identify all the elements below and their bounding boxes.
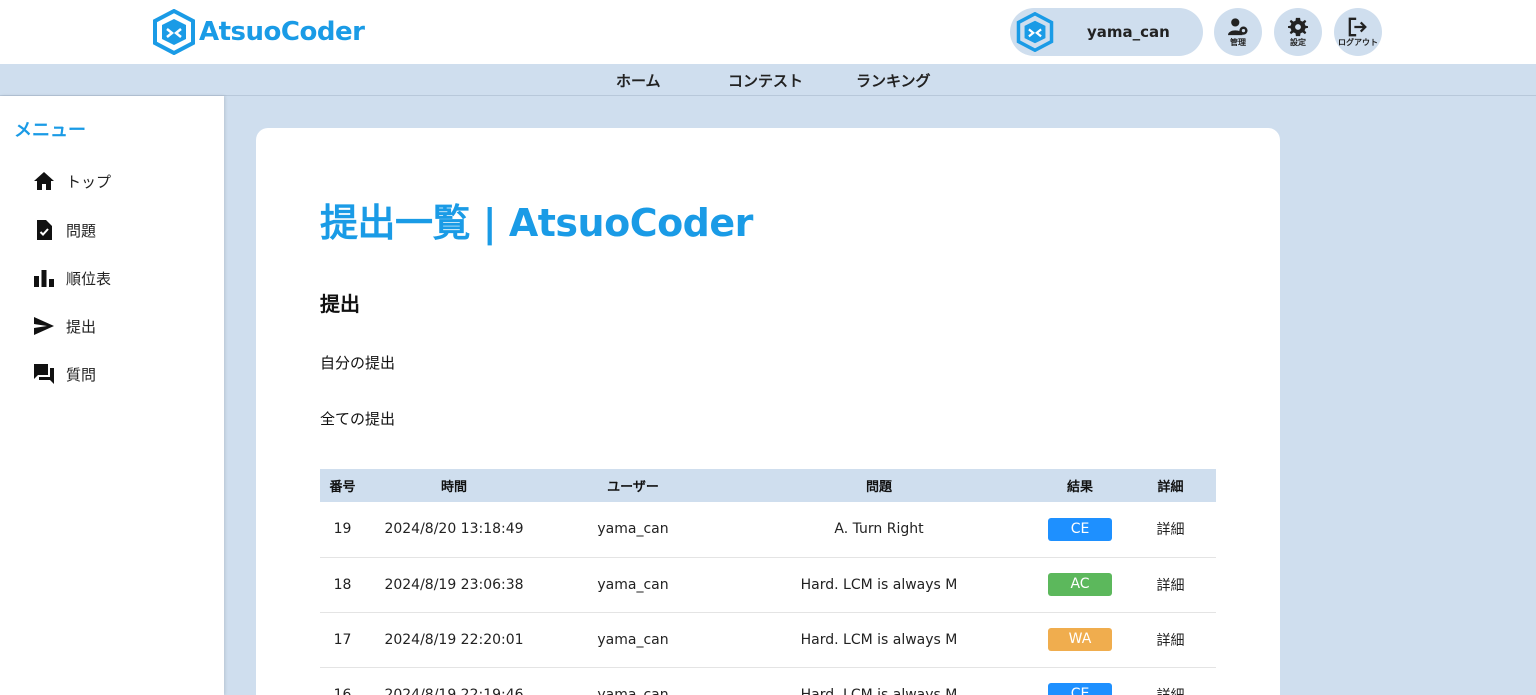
all-submissions-link[interactable]: 全ての提出 <box>320 408 395 429</box>
detail-link[interactable]: 詳細 <box>1125 612 1216 667</box>
table-row: 17 2024/8/19 22:20:01 yama_can Hard. LCM… <box>320 612 1216 667</box>
admin-button-label: 管理 <box>1230 38 1246 47</box>
cell-id: 19 <box>333 521 352 538</box>
detail-link[interactable]: 詳細 <box>1125 667 1216 695</box>
bar-chart-icon <box>34 270 54 287</box>
sidebar-item-top[interactable]: トップ <box>32 166 111 196</box>
gear-icon <box>1288 17 1308 37</box>
cell-time: 2024/8/19 22:20:01 <box>384 631 524 648</box>
logout-icon <box>1348 17 1367 37</box>
sidebar-item-label: 提出 <box>66 317 97 336</box>
result-badge: AC <box>1048 573 1112 596</box>
result-badge: CE <box>1048 683 1112 695</box>
table-row: 19 2024/8/20 13:18:49 yama_can A. Turn R… <box>320 502 1216 557</box>
avatar <box>1013 10 1057 54</box>
cell-id: 16 <box>333 686 352 695</box>
sidebar: メニュー トップ 問題 順位表 提出 質問 <box>0 96 224 695</box>
forum-icon <box>34 364 54 384</box>
col-header-id: 番号 <box>329 480 356 495</box>
cell-problem[interactable]: Hard. LCM is always M <box>723 612 1035 667</box>
table-row: 16 2024/8/19 22:19:46 yama_can Hard. LCM… <box>320 667 1216 695</box>
cell-user[interactable]: yama_can <box>543 557 723 612</box>
result-badge: CE <box>1048 517 1112 541</box>
result-badge: WA <box>1048 628 1112 651</box>
page-title: 提出一覧 | AtsuoCoder <box>320 201 753 245</box>
logo[interactable]: AtsuoCoder <box>153 9 365 55</box>
main-card: 提出一覧 | AtsuoCoder 提出 自分の提出 全ての提出 番号 時間 ユ… <box>256 128 1280 695</box>
cell-user[interactable]: yama_can <box>543 502 723 557</box>
user-menu-button[interactable]: yama_can <box>1010 8 1203 56</box>
cell-user[interactable]: yama_can <box>543 612 723 667</box>
cell-problem[interactable]: A. Turn Right <box>723 502 1035 557</box>
top-nav: ホーム コンテスト ランキング <box>0 64 1536 96</box>
section-title: 提出 <box>320 292 360 316</box>
cell-problem[interactable]: Hard. LCM is always M <box>723 667 1035 695</box>
cell-result: CE <box>1035 502 1125 557</box>
cell-id: 18 <box>333 576 352 593</box>
col-header-time: 時間 <box>440 480 467 495</box>
menu-title: メニュー <box>14 120 86 141</box>
header: AtsuoCoder yama_can 管理 設定 ログアウト <box>0 0 1536 64</box>
username: yama_can <box>1087 23 1170 41</box>
sidebar-item-label: 質問 <box>66 365 97 384</box>
avatar-cube-icon <box>1016 12 1054 52</box>
col-header-problem: 問題 <box>865 480 892 495</box>
table-row: 18 2024/8/19 23:06:38 yama_can Hard. LCM… <box>320 557 1216 612</box>
settings-button[interactable]: 設定 <box>1274 8 1322 56</box>
cell-result: WA <box>1035 612 1125 667</box>
logout-button[interactable]: ログアウト <box>1334 8 1382 56</box>
cell-id: 17 <box>333 631 352 648</box>
home-icon <box>34 172 54 190</box>
table-header-row: 番号 時間 ユーザー 問題 結果 詳細 <box>320 469 1216 502</box>
cell-time: 2024/8/19 23:06:38 <box>384 576 524 593</box>
col-header-detail: 詳細 <box>1157 480 1184 495</box>
cell-user[interactable]: yama_can <box>543 667 723 695</box>
nav-home[interactable]: ホーム <box>616 70 661 91</box>
detail-link[interactable]: 詳細 <box>1125 557 1216 612</box>
detail-link[interactable]: 詳細 <box>1125 502 1216 557</box>
cell-result: AC <box>1035 557 1125 612</box>
submissions-table: 番号 時間 ユーザー 問題 結果 詳細 19 2024/8/20 13:18:4… <box>320 469 1216 695</box>
cell-result: CE <box>1035 667 1125 695</box>
user-gear-icon <box>1228 18 1248 36</box>
col-header-user: ユーザー <box>607 480 659 495</box>
logout-button-label: ログアウト <box>1338 38 1378 47</box>
my-submissions-link[interactable]: 自分の提出 <box>320 352 395 373</box>
task-icon <box>37 220 52 240</box>
sidebar-item-standings[interactable]: 順位表 <box>32 263 111 293</box>
cell-time: 2024/8/20 13:18:49 <box>384 521 524 538</box>
send-icon <box>34 317 54 335</box>
nav-ranking[interactable]: ランキング <box>856 70 931 91</box>
sidebar-item-questions[interactable]: 質問 <box>32 359 96 389</box>
nav-contest[interactable]: コンテスト <box>728 70 803 91</box>
col-header-result: 結果 <box>1066 480 1093 495</box>
sidebar-item-label: 問題 <box>66 221 97 240</box>
cell-time: 2024/8/19 22:19:46 <box>384 686 524 695</box>
admin-button[interactable]: 管理 <box>1214 8 1262 56</box>
sidebar-item-problems[interactable]: 問題 <box>32 215 96 245</box>
sidebar-item-submissions[interactable]: 提出 <box>32 311 96 341</box>
sidebar-item-label: 順位表 <box>66 269 112 288</box>
cell-problem[interactable]: Hard. LCM is always M <box>723 557 1035 612</box>
sidebar-item-label: トップ <box>66 172 112 191</box>
settings-button-label: 設定 <box>1290 38 1306 47</box>
logo-text: AtsuoCoder <box>199 17 365 47</box>
logo-cube-icon <box>153 9 195 55</box>
